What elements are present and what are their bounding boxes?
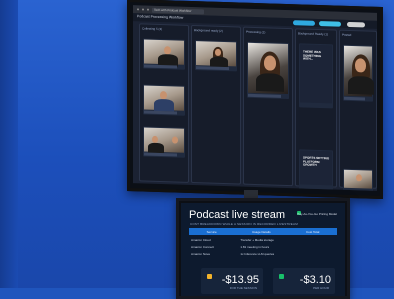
video-card-large[interactable] bbox=[343, 44, 374, 102]
wall-edge bbox=[0, 0, 18, 288]
cost-value: -$13.95 bbox=[221, 274, 259, 286]
header-button-secondary[interactable] bbox=[319, 20, 341, 27]
money-icon bbox=[207, 274, 212, 279]
person-body bbox=[348, 75, 374, 95]
person-body bbox=[154, 98, 174, 112]
browser-tab[interactable]: Tech with Podcast Workflow bbox=[152, 7, 204, 14]
board-column: Posted bbox=[339, 29, 377, 191]
table-row: Amazon Connect 1.81 meeting in hours bbox=[189, 244, 337, 249]
card-label bbox=[144, 110, 177, 115]
poster-card[interactable]: SPORTS SETTING PLATFORM GROWTH bbox=[299, 149, 333, 191]
money-icon bbox=[279, 274, 284, 279]
cost-tile-hour: -$3.10 PER HOUR bbox=[273, 268, 335, 294]
video-card[interactable] bbox=[195, 40, 237, 72]
person-image bbox=[264, 55, 276, 71]
person-image bbox=[356, 174, 362, 182]
tv-screen: Tech with Podcast Workflow Podcast Proce… bbox=[133, 5, 377, 191]
card-label bbox=[248, 93, 281, 98]
column-title: Processing (1) bbox=[246, 29, 266, 35]
cost-label: PER HOUR bbox=[313, 286, 329, 290]
video-card[interactable] bbox=[143, 126, 185, 158]
card-label bbox=[344, 96, 365, 101]
column-header: Cost Total bbox=[306, 229, 320, 234]
video-card-large[interactable] bbox=[247, 41, 289, 100]
window-control-icon[interactable] bbox=[147, 8, 149, 11]
video-card[interactable] bbox=[343, 168, 373, 191]
person-body bbox=[210, 56, 228, 68]
video-thumbnail bbox=[144, 39, 184, 67]
video-thumbnail bbox=[248, 42, 288, 95]
video-thumbnail bbox=[196, 41, 236, 68]
poster-thumbnail: THERE WAS SOMETHING WITH... bbox=[300, 44, 332, 104]
app-title: Podcast Processing Workflow bbox=[137, 14, 184, 20]
table-cell: Transfer + Media storage bbox=[240, 237, 274, 242]
person-image bbox=[355, 58, 366, 73]
poster-card[interactable]: THERE WAS SOMETHING WITH... bbox=[299, 43, 333, 109]
person-body bbox=[148, 142, 164, 154]
column-header: Usage Details bbox=[252, 229, 271, 234]
person-image bbox=[164, 46, 171, 55]
poster-text: SPORTS SETTING PLATFORM GROWTH bbox=[303, 155, 330, 168]
table-cell: 1x Inference LLM queries bbox=[240, 251, 275, 256]
cost-screen: Podcast live stream COST BREAKDOWN WHILE… bbox=[181, 203, 345, 296]
cost-label: FOR THE SESSION bbox=[229, 286, 257, 290]
table-row: Amazon Cloud Transfer + Media storage bbox=[189, 237, 337, 242]
board-column: Background Ready (1) THERE WAS SOMETHING… bbox=[295, 28, 337, 191]
board-column: Collecting 5 (3) bbox=[139, 23, 189, 183]
video-thumbnail bbox=[144, 85, 184, 112]
card-label bbox=[196, 66, 229, 71]
column-title: Posted bbox=[342, 32, 352, 38]
card-label bbox=[144, 64, 177, 69]
card-label bbox=[144, 152, 177, 157]
pricing-badge: Pay-As-You-Go Pricing Model bbox=[297, 212, 337, 216]
board-column: Background ready (2) bbox=[191, 24, 241, 185]
person-image bbox=[172, 136, 178, 144]
video-card[interactable] bbox=[143, 38, 185, 70]
poster-text: THERE WAS SOMETHING WITH... bbox=[303, 49, 322, 62]
column-title: Collecting 5 (3) bbox=[142, 26, 163, 32]
monitor-subtitle: COST BREAKDOWN WHILE A SESSION IS RECORD… bbox=[190, 222, 298, 226]
column-title: Background Ready (1) bbox=[298, 31, 329, 37]
header-button-primary[interactable] bbox=[293, 19, 315, 26]
table-cell: 1.81 meeting in hours bbox=[240, 244, 270, 249]
poster-thumbnail: SPORTS SETTING PLATFORM GROWTH bbox=[300, 150, 332, 186]
video-thumbnail bbox=[344, 45, 374, 97]
video-card[interactable] bbox=[143, 84, 185, 116]
main-tv: Tech with Podcast Workflow Podcast Proce… bbox=[127, 0, 383, 200]
person-image bbox=[215, 48, 221, 56]
board-column: Processing (1) bbox=[243, 26, 293, 187]
person-body bbox=[256, 73, 284, 92]
table-header: Service Usage Details Cost Total bbox=[189, 228, 337, 235]
window-control-icon[interactable] bbox=[137, 8, 139, 11]
cost-value: -$3.10 bbox=[299, 274, 331, 286]
table-cell: Amazon Cloud bbox=[191, 237, 211, 242]
window-control-icon[interactable] bbox=[142, 8, 144, 11]
person-image bbox=[160, 91, 167, 100]
cost-tile-session: -$13.95 FOR THE SESSION bbox=[201, 268, 263, 294]
cost-monitor: Podcast live stream COST BREAKDOWN WHILE… bbox=[176, 198, 350, 299]
table-cell: Amazon Connect bbox=[191, 244, 215, 249]
table-row: Amazon Nova 1x Inference LLM queries bbox=[189, 251, 337, 256]
column-header: Service bbox=[206, 229, 217, 234]
monitor-title: Podcast live stream bbox=[189, 209, 285, 221]
column-title: Background ready (2) bbox=[194, 28, 223, 33]
video-thumbnail bbox=[344, 169, 372, 189]
table-cell: Amazon Nova bbox=[191, 251, 210, 256]
video-thumbnail bbox=[144, 127, 184, 154]
header-button-tertiary[interactable] bbox=[347, 21, 365, 27]
